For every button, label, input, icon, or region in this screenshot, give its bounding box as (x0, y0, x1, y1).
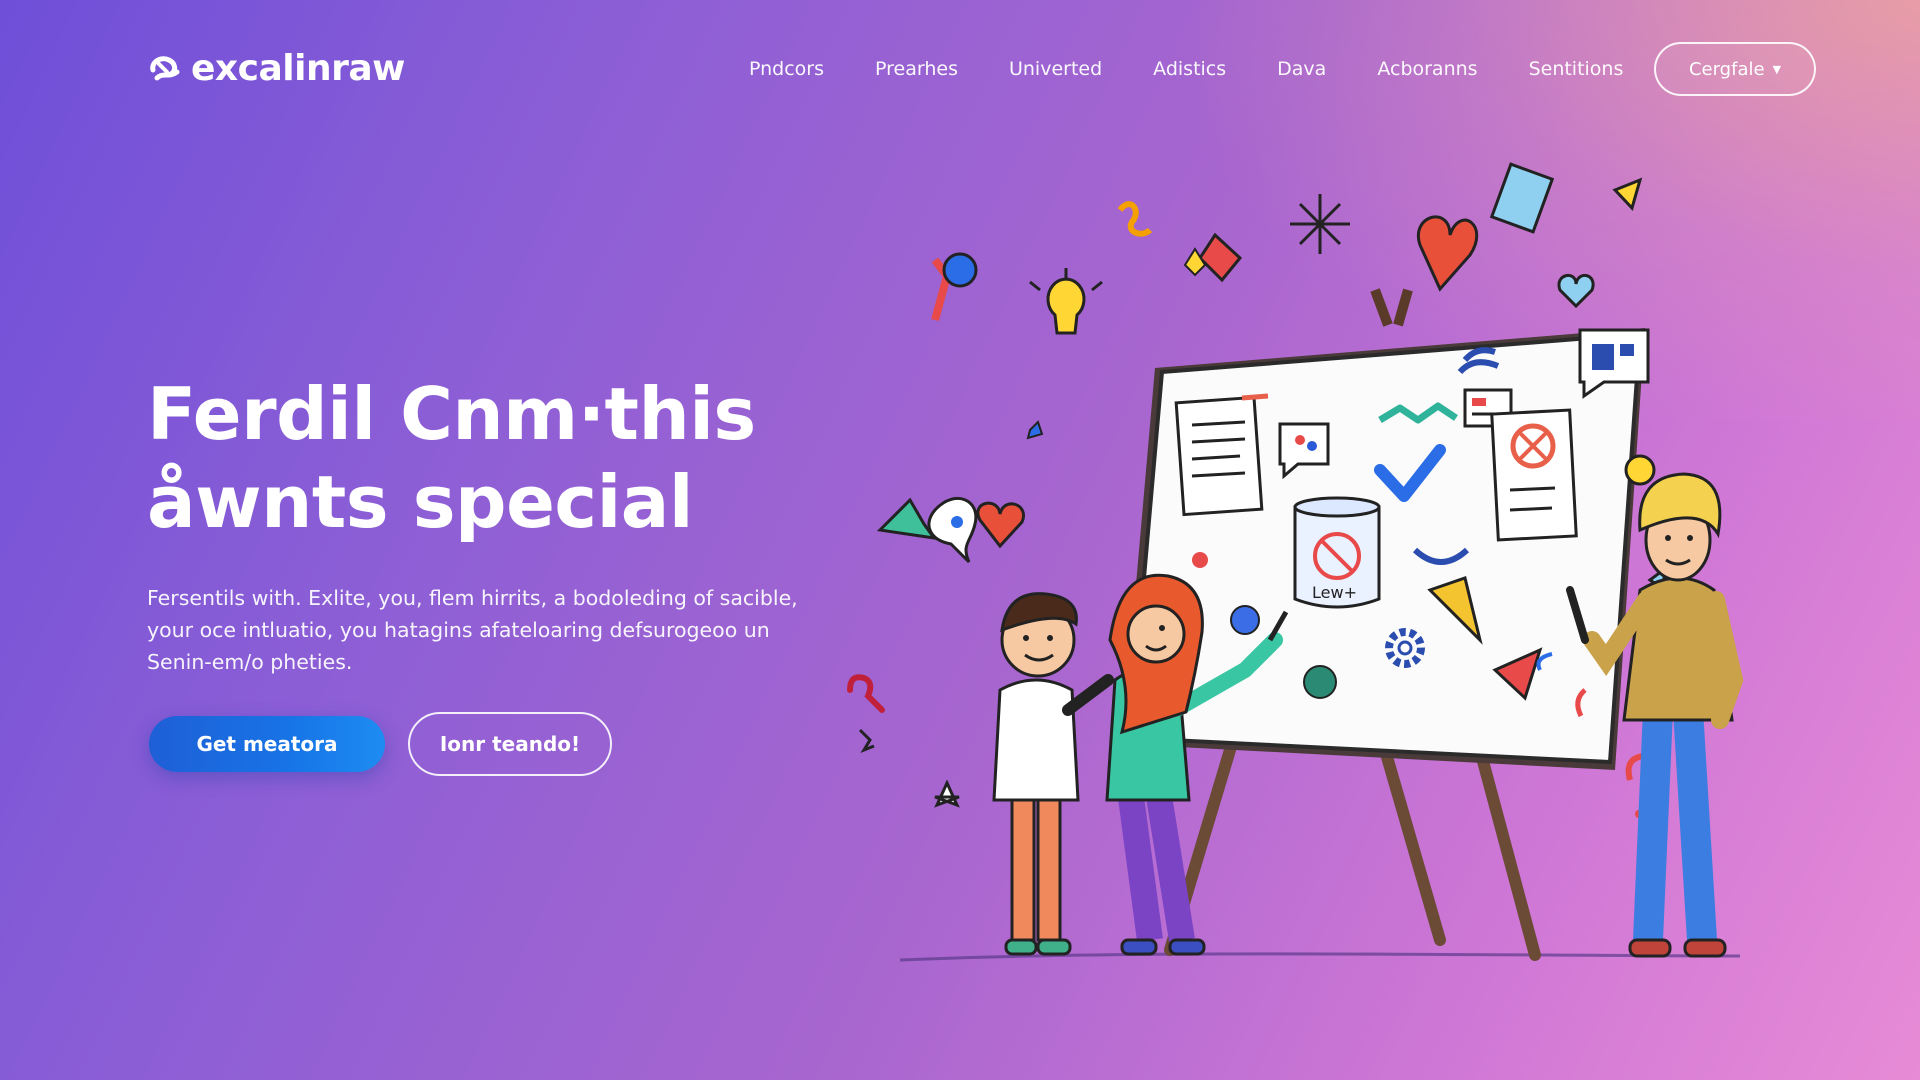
nav-link-sentitions[interactable]: Sentitions (1529, 58, 1624, 80)
excalidraw-logo-icon (150, 56, 180, 81)
boy-character (992, 592, 1114, 956)
get-started-button[interactable]: Get meatora (149, 716, 385, 772)
hero-description-line-2: your oce intluatio, you hatagins afatelo… (147, 618, 770, 642)
hero-title: Ferdil Cnm·this åwnts special (147, 370, 847, 546)
nav-link-pndcors[interactable]: Pndcors (749, 58, 824, 80)
nav-link-adistics[interactable]: Adistics (1153, 58, 1226, 80)
hero-title-line-2: åwnts special (147, 460, 694, 544)
nav-dropdown-label: Cergfale (1688, 58, 1765, 80)
brand-logo[interactable]: excalinraw (147, 44, 405, 92)
top-navigation: excalinraw Pndcors Prearhes Univerted Ad… (0, 0, 1920, 140)
nav-dropdown-button[interactable]: Cergfale ▼ (1654, 42, 1816, 96)
board-jar-label: Lew+ (1312, 583, 1357, 602)
brand-name: excalinraw (191, 47, 405, 89)
nav-link-prearhes[interactable]: Prearhes (875, 58, 958, 80)
learn-more-button[interactable]: Ionr teando! (408, 712, 612, 776)
chevron-down-icon: ▼ (1772, 62, 1782, 76)
nav-link-univerted[interactable]: Univerted (1009, 58, 1102, 80)
main-nav: Pndcors Prearhes Univerted Adistics Dava… (749, 52, 1623, 86)
hero-section: Ferdil Cnm·this åwnts special Fersentils… (147, 370, 847, 678)
hero-description-line-1: Fersentils with. Exlite, you, flem hirri… (147, 586, 798, 610)
hero-illustration: Lew+ (847, 162, 1744, 962)
nav-link-dava[interactable]: Dava (1277, 58, 1326, 80)
hero-description-line-3: Senin-em/o pheties. (147, 650, 353, 674)
hero-title-line-1: Ferdil Cnm·this (147, 372, 756, 456)
hero-description: Fersentils with. Exlite, you, flem hirri… (147, 582, 807, 678)
nav-link-acboranns[interactable]: Acboranns (1377, 58, 1477, 80)
